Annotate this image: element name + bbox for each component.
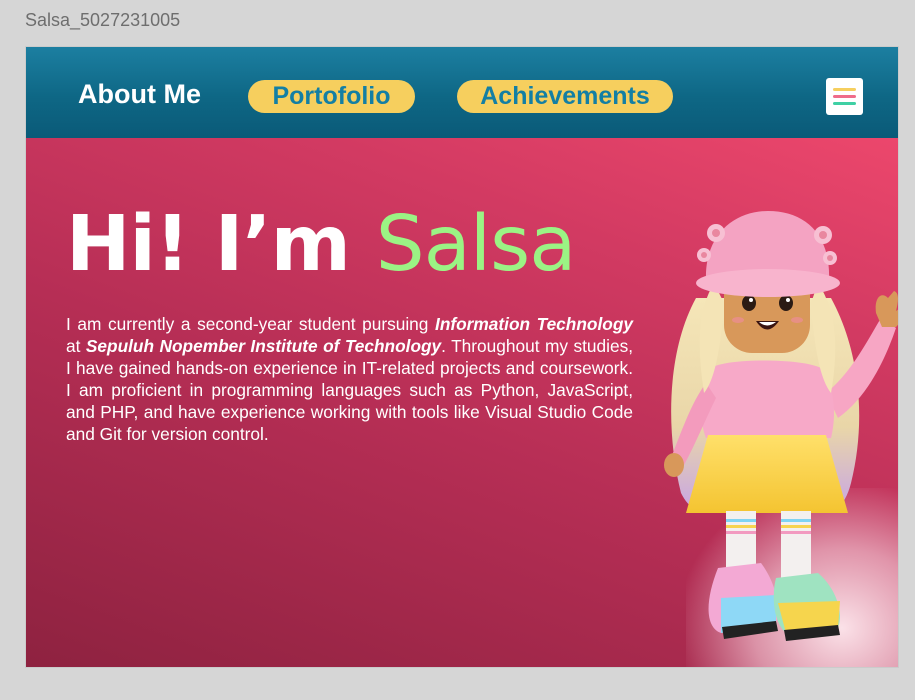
bio-institute: Sepuluh Nopember Institute of Technology [85, 336, 442, 356]
frame-label: Salsa_5027231005 [25, 10, 181, 30]
hero-bio: I am currently a second-year student pur… [66, 313, 633, 445]
hero-greeting: Hi! I’m [66, 200, 351, 289]
bio-part1: I am currently a second-year student pur… [66, 314, 436, 334]
nav-achievements-button[interactable]: Achievements [457, 80, 673, 113]
menu-line-green [833, 102, 856, 105]
hero-section: Hi! I’m Salsa I am currently a second-ye… [26, 138, 898, 667]
portfolio-frame: About Me Portofolio Achievements Hi! I’m… [26, 47, 898, 667]
menu-line-pink [833, 95, 856, 98]
hero-name: Salsa [375, 200, 577, 289]
hero-title: Hi! I’m Salsa [66, 200, 577, 289]
bio-part2: at [66, 336, 86, 356]
nav-portfolio-button[interactable]: Portofolio [248, 80, 415, 113]
nav-about-me[interactable]: About Me [78, 79, 201, 110]
hamburger-menu-icon[interactable] [826, 78, 863, 115]
navbar: About Me Portofolio Achievements [26, 47, 898, 138]
bio-major: Information Technology [435, 314, 633, 334]
menu-line-yellow [833, 88, 856, 91]
avatar-illustration [664, 211, 898, 641]
